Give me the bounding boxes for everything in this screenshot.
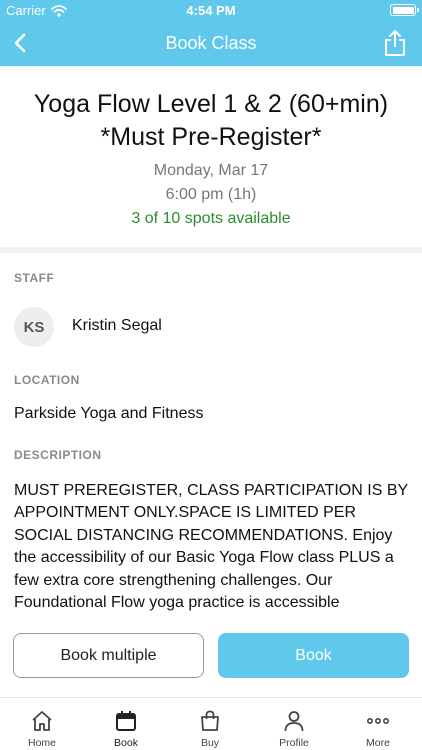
staff-label: STAFF — [14, 271, 55, 285]
book-multiple-button[interactable]: Book multiple — [13, 633, 204, 678]
calendar-icon — [116, 711, 136, 731]
home-icon — [32, 711, 52, 731]
tab-profile[interactable]: Profile — [252, 698, 336, 750]
tab-bar: Home Book Buy Profile More — [0, 697, 422, 750]
tab-book[interactable]: Book — [84, 698, 168, 750]
person-icon — [284, 711, 304, 732]
battery-icon — [390, 4, 419, 16]
tab-label: Profile — [279, 737, 309, 749]
section-divider — [0, 247, 422, 253]
class-date: Monday, Mar 17 — [153, 162, 269, 179]
location-name[interactable]: Parkside Yoga and Fitness — [14, 405, 203, 423]
book-button[interactable]: Book — [218, 633, 409, 678]
share-button[interactable] — [382, 28, 408, 58]
tab-label: Home — [27, 737, 56, 749]
header-bar: Carrier 4:54 PM Book Class — [0, 0, 422, 66]
location-label: LOCATION — [14, 373, 80, 387]
share-icon — [385, 30, 405, 56]
class-info: Yoga Flow Level 1 & 2 (60+min) *Must Pre… — [0, 66, 422, 248]
staff-avatar: KS — [14, 307, 54, 347]
class-description: MUST PREREGISTER, CLASS PARTICIPATION IS… — [14, 482, 408, 612]
tab-home[interactable]: Home — [0, 698, 84, 750]
class-title: Yoga Flow Level 1 & 2 (60+min) *Must Pre… — [33, 90, 389, 151]
spots-available: 3 of 10 spots available — [131, 210, 291, 227]
tab-label: Book — [114, 737, 138, 749]
status-time: 4:54 PM — [186, 3, 236, 18]
more-dots-icon — [366, 718, 389, 725]
page-title: Book Class — [165, 33, 257, 53]
description-label: DESCRIPTION — [14, 448, 102, 462]
tab-label: Buy — [200, 737, 220, 749]
tab-buy[interactable]: Buy — [168, 698, 252, 750]
tab-more[interactable]: More — [336, 698, 420, 750]
staff-name[interactable]: Kristin Segal — [72, 317, 162, 335]
status-bar: Carrier 4:54 PM — [0, 0, 422, 20]
shopping-bag-icon — [201, 710, 219, 731]
tab-label: More — [366, 737, 390, 749]
class-time: 6:00 pm (1h) — [165, 186, 257, 203]
